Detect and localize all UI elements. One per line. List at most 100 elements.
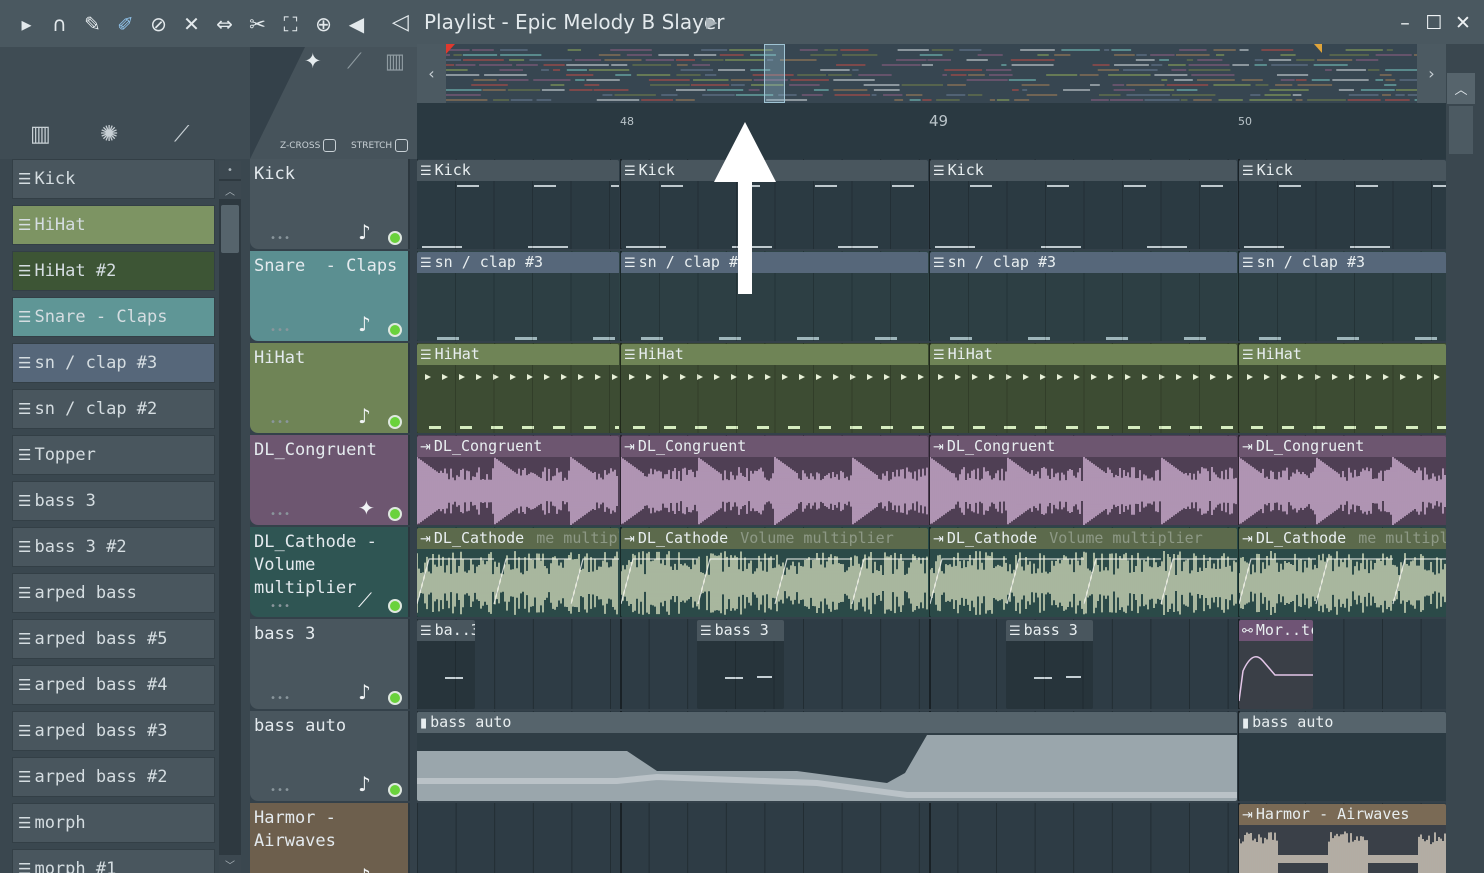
clip-content[interactable] [417, 273, 619, 341]
clip-header[interactable]: ☰ Kick [417, 160, 619, 181]
paint-brush-icon[interactable]: ✐ [109, 10, 142, 38]
track-header[interactable]: HiHat ••• ♪ [250, 343, 410, 433]
playlist-overview[interactable]: ‹ › [417, 44, 1446, 103]
title-menu-arrow-icon[interactable]: ▶ [706, 13, 718, 31]
playlist-vertical-scrollbar[interactable]: ︿ [1446, 44, 1484, 873]
track-lane[interactable]: ☰ sn / clap #3 ☰ sn / clap #3 ☰ sn / clap #3 ☰… [417, 251, 1446, 341]
audio-wave-icon[interactable]: ✺ [100, 122, 118, 147]
clip-content[interactable] [1239, 733, 1446, 801]
automation-clip-icon[interactable]: ⟋ [347, 49, 362, 74]
track-grip-icon[interactable]: ••• [270, 785, 291, 796]
track-mute-led[interactable] [388, 691, 402, 705]
clip-header[interactable]: ⇥ DL_Congruent [417, 436, 619, 457]
pattern-item[interactable]: ☰ morph [12, 803, 215, 843]
playlist-clip[interactable]: ⇥ DL_Cathode Volume multiplier [621, 528, 928, 617]
playlist-clip[interactable]: ☰ sn / clap #3 [417, 252, 619, 341]
clip-header[interactable]: ☰ba..3 [417, 620, 475, 641]
clip-header[interactable]: ☰ bass 3 [697, 620, 784, 641]
pattern-item[interactable]: ☰ sn / clap #2 [12, 389, 215, 429]
clip-header[interactable]: ☰ sn / clap #3 [1239, 252, 1446, 273]
picker-scroll-thumb[interactable] [221, 205, 239, 253]
playlist-clip[interactable]: ⇥ DL_Congruent [621, 436, 928, 525]
clip-header[interactable]: ☰ HiHat [417, 344, 619, 365]
clip-content[interactable] [621, 365, 928, 433]
track-mute-led[interactable] [388, 415, 402, 429]
clip-header[interactable]: ☰ sn / clap #3 [417, 252, 619, 273]
zcross-toggle[interactable]: Z-CROSS [280, 139, 337, 152]
track-mute-led[interactable] [388, 599, 402, 613]
playlist-clip[interactable]: ☰ bass 3 [1006, 620, 1093, 709]
playlist-clip[interactable]: ☰ Kick [930, 160, 1237, 249]
clip-header[interactable]: ☰ sn / clap #3 [930, 252, 1237, 273]
pattern-item[interactable]: ☰ sn / clap #3 [12, 343, 215, 383]
clip-content[interactable] [417, 549, 619, 617]
playlist-clip[interactable]: ☰ba..3 [417, 620, 475, 709]
clip-content[interactable] [417, 733, 1237, 801]
clip-header[interactable]: ☰ Kick [1239, 160, 1446, 181]
stretch-checkbox[interactable] [395, 139, 409, 152]
overview-scroll-right-button[interactable]: › [1417, 44, 1446, 103]
clip-header[interactable]: ⇥ DL_Congruent [930, 436, 1237, 457]
clip-header[interactable]: ⇥ Harmor - Airwaves [1239, 804, 1446, 825]
pattern-item[interactable]: ☰ arped bass #3 [12, 711, 215, 751]
playlist-clip[interactable]: ⇥ DL_Congruent [417, 436, 619, 525]
playlist-clip[interactable]: ☰ bass 3 [697, 620, 784, 709]
playlist-clip[interactable]: ☰ Kick [1239, 160, 1446, 249]
clip-content[interactable] [930, 457, 1237, 525]
picker-scroll-menu-button[interactable]: • [219, 161, 241, 179]
overview-viewport-handle[interactable] [764, 44, 785, 103]
pattern-item[interactable]: ☰ Topper [12, 435, 215, 475]
timeline-ruler[interactable]: 48 49 50 [417, 103, 1446, 159]
playlist-clip[interactable]: ⇥ DL_Congruent [1239, 436, 1446, 525]
pattern-item[interactable]: ☰ arped bass #2 [12, 757, 215, 797]
pattern-item[interactable]: ☰ bass 3 [12, 481, 215, 521]
pattern-clip-icon[interactable]: ▥ [385, 49, 405, 73]
minimize-button[interactable]: – [1391, 8, 1419, 38]
playlist-clip[interactable]: ⇥ Harmor - Airwaves [1239, 804, 1446, 873]
playlist-clip[interactable]: ☰ Kick [417, 160, 619, 249]
audio-clip-icon[interactable]: ✦ [304, 49, 322, 73]
picker-scroll-up-button[interactable]: ︿ [219, 181, 241, 199]
maximize-button[interactable]: ☐ [1420, 8, 1448, 38]
playlist-clip[interactable]: ☰ sn / clap #3 [930, 252, 1237, 341]
track-header[interactable]: DL_Cathode - Volume multiplier ••• ⟋ [250, 527, 410, 617]
playlist-speaker-icon[interactable]: ◁ [392, 10, 409, 35]
piano-roll-icon[interactable]: ▥ [30, 122, 51, 147]
slice-icon[interactable]: ✂ [241, 10, 274, 38]
clip-content[interactable] [697, 641, 784, 709]
track-header[interactable]: DL_Congruent ••• ✦ [250, 435, 410, 525]
playback-icon[interactable]: ◀ [340, 10, 373, 38]
pattern-item[interactable]: ☰ HiHat #2 [12, 251, 215, 291]
playlist-clip[interactable]: ▮ bass auto [1239, 712, 1446, 801]
clip-header[interactable]: ⇥ DL_Congruent [1239, 436, 1446, 457]
slip-icon[interactable]: ⇔ [208, 10, 241, 38]
track-grip-icon[interactable]: ••• [270, 233, 291, 244]
track-grip-icon[interactable]: ••• [270, 325, 291, 336]
clip-content[interactable] [417, 181, 619, 249]
playlist-clip[interactable]: ⇥ DL_Congruent [930, 436, 1237, 525]
pattern-item[interactable]: ☰ arped bass [12, 573, 215, 613]
close-button[interactable]: ✕ [1449, 8, 1477, 38]
track-lane[interactable]: ☰ HiHat ☰ HiHat ☰ HiHat ☰ HiHat [417, 343, 1446, 433]
clip-header[interactable]: ☰ HiHat [621, 344, 928, 365]
clip-content[interactable] [1239, 273, 1446, 341]
clip-content[interactable] [1239, 181, 1446, 249]
scroll-thumb[interactable] [1449, 106, 1473, 154]
clip-header[interactable]: ☰ bass 3 [1006, 620, 1093, 641]
playlist-clip[interactable]: ▮ bass auto [417, 712, 1237, 801]
track-grip-icon[interactable]: ••• [270, 601, 291, 612]
scroll-up-button[interactable]: ︿ [1447, 73, 1475, 104]
clip-content[interactable] [621, 457, 928, 525]
pencil-icon[interactable]: ✎ [76, 10, 109, 38]
clip-content[interactable] [1239, 825, 1446, 873]
track-header[interactable]: bass 3 ••• ♪ [250, 619, 410, 709]
track-lane[interactable]: ⇥ DL_Congruent ⇥ DL_Congruent ⇥ DL_Congruent ⇥… [417, 435, 1446, 525]
playlist-clip[interactable]: ⚯Mor..tch [1239, 620, 1313, 709]
track-grip-icon[interactable]: ••• [270, 693, 291, 704]
track-grip-icon[interactable]: ••• [270, 417, 291, 428]
track-lane[interactable]: ☰ba..3 ☰bass 3 ☰bass 3 ⚯Mor..tch [417, 619, 1446, 709]
clip-header[interactable]: ☰ Kick [930, 160, 1237, 181]
clip-header[interactable]: ⚯Mor..tch [1239, 620, 1313, 641]
magnet-icon[interactable]: ∩ [43, 10, 76, 38]
track-lane[interactable]: ▮ bass auto ▮ bass auto [417, 711, 1446, 801]
